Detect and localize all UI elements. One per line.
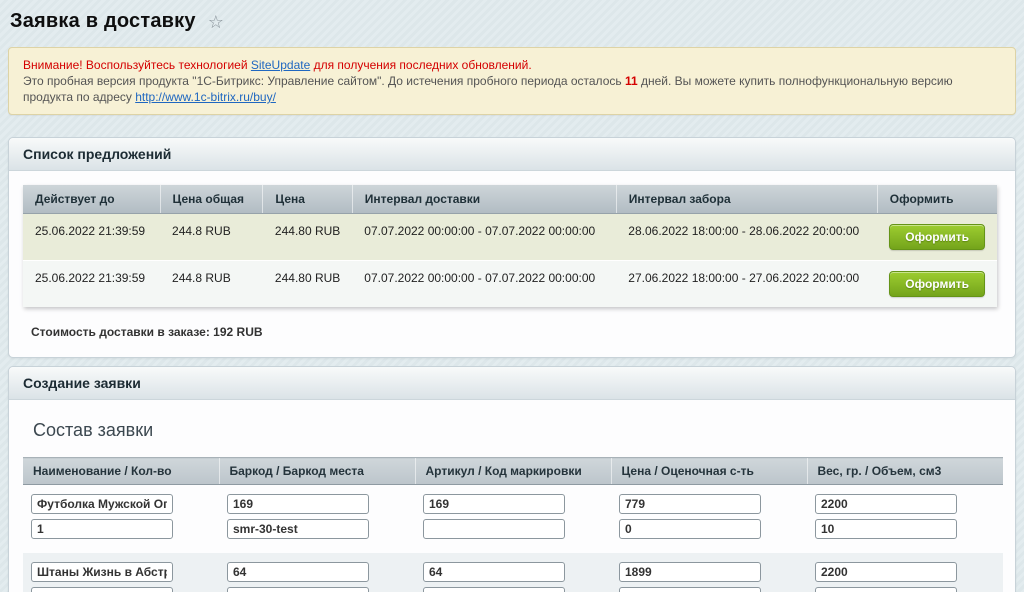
item-name-input[interactable] [31,562,173,582]
title-row: Заявка в доставку ☆ [10,10,1014,33]
checkout-button[interactable]: Оформить [889,271,985,297]
item-barcode-input[interactable] [227,494,369,514]
trial-notice-banner: Внимание! Воспользуйтесь технологией Sit… [8,47,1016,115]
request-panel: Создание заявки Состав заявки Наименован… [8,366,1016,592]
order-delivery-cost: Стоимость доставки в заказе: 192 RUB [31,325,999,339]
notice-trial-line: Это пробная версия продукта "1С-Битрикс:… [23,73,1001,105]
item-marking-code-input[interactable] [423,587,565,592]
item-price-input[interactable] [619,562,761,582]
trial-days-left: 11 [625,74,638,88]
request-section-title: Создание заявки [9,367,1015,400]
item-article-input[interactable] [423,562,565,582]
item-volume-input[interactable] [815,519,957,539]
item-price-input[interactable] [619,494,761,514]
col-pickup-interval: Интервал забора [616,185,877,214]
col-barcode: Баркод / Баркод места [219,458,415,485]
item-estimated-value-input[interactable] [619,587,761,592]
offers-panel-body: Действует до Цена общая Цена Интервал до… [9,171,1015,357]
item-article-input[interactable] [423,494,565,514]
table-row: 25.06.2022 21:39:59 244.8 RUB 244.80 RUB… [23,261,997,308]
page-title: Заявка в доставку [10,10,196,33]
item-qty-input[interactable] [31,519,173,539]
composition-table: Наименование / Кол-во Баркод / Баркод ме… [23,457,1003,592]
item-name-input[interactable] [31,494,173,514]
offers-panel: Список предложений Действует до Цена общ… [8,137,1016,358]
item-barcode-input[interactable] [227,562,369,582]
buy-link[interactable]: http://www.1c-bitrix.ru/buy/ [135,90,276,104]
page: Заявка в доставку ☆ Внимание! Воспользуй… [0,0,1024,592]
composition-subtitle: Состав заявки [33,420,999,441]
col-article: Артикул / Код маркировки [415,458,611,485]
notice-update-suffix: для получения последних обновлений. [310,58,531,72]
table-row [23,485,1003,551]
col-price-total: Цена общая [160,185,263,214]
offer-valid-until: 25.06.2022 21:39:59 [23,261,160,308]
col-delivery-interval: Интервал доставки [352,185,616,214]
composition-header-row: Наименование / Кол-во Баркод / Баркод ме… [23,458,1003,485]
item-place-barcode-input[interactable] [227,519,369,539]
col-price: Цена [263,185,352,214]
offer-delivery-interval: 07.07.2022 00:00:00 - 07.07.2022 00:00:0… [352,214,616,261]
item-qty-input[interactable] [31,587,173,592]
notice-trial-part1: Это пробная версия продукта "1С-Битрикс:… [23,74,625,88]
offer-valid-until: 25.06.2022 21:39:59 [23,214,160,261]
offer-price-total: 244.8 RUB [160,214,263,261]
col-action: Оформить [877,185,997,214]
offer-delivery-interval: 07.07.2022 00:00:00 - 07.07.2022 00:00:0… [352,261,616,308]
col-name-qty: Наименование / Кол-во [23,458,219,485]
item-marking-code-input[interactable] [423,519,565,539]
item-weight-input[interactable] [815,562,957,582]
notice-update-prefix: Внимание! Воспользуйтесь технологией [23,58,251,72]
offers-table: Действует до Цена общая Цена Интервал до… [23,185,997,307]
table-row [23,551,1003,592]
item-weight-input[interactable] [815,494,957,514]
table-row: 25.06.2022 21:39:59 244.8 RUB 244.80 RUB… [23,214,997,261]
favorite-star-icon[interactable]: ☆ [208,13,224,31]
col-valid-until: Действует до [23,185,160,214]
siteupdate-link[interactable]: SiteUpdate [251,58,310,72]
offer-price-total: 244.8 RUB [160,261,263,308]
item-volume-input[interactable] [815,587,957,592]
notice-update-line: Внимание! Воспользуйтесь технологией Sit… [23,57,1001,73]
col-weight-volume: Вес, гр. / Объем, см3 [807,458,1003,485]
item-estimated-value-input[interactable] [619,519,761,539]
offer-price: 244.80 RUB [263,261,352,308]
item-place-barcode-input[interactable] [227,587,369,592]
col-price-value: Цена / Оценочная с-ть [611,458,807,485]
offers-section-title: Список предложений [9,138,1015,171]
checkout-button[interactable]: Оформить [889,224,985,250]
offers-header-row: Действует до Цена общая Цена Интервал до… [23,185,997,214]
offer-price: 244.80 RUB [263,214,352,261]
offer-pickup-interval: 27.06.2022 18:00:00 - 27.06.2022 20:00:0… [616,261,877,308]
offer-pickup-interval: 28.06.2022 18:00:00 - 28.06.2022 20:00:0… [616,214,877,261]
request-panel-body: Состав заявки Наименование / Кол-во Барк… [9,400,1015,592]
